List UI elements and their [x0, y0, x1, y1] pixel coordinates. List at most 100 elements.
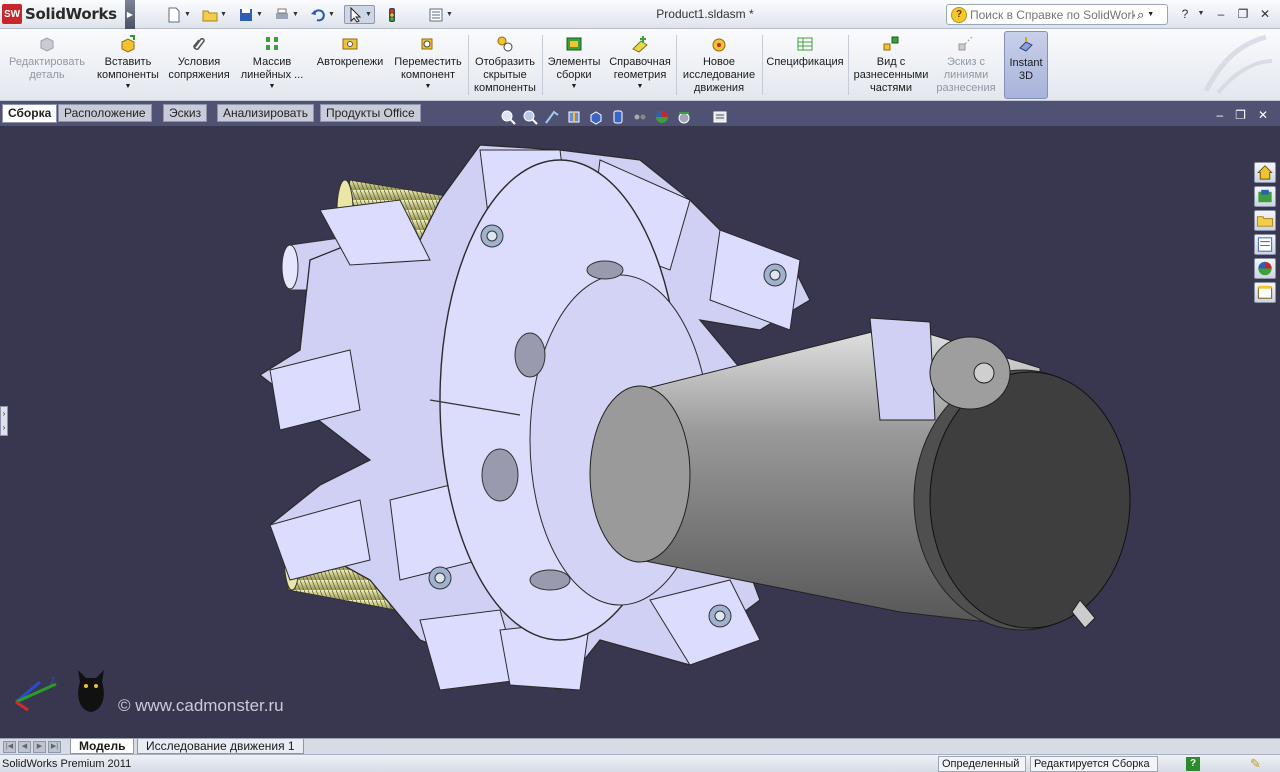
options-button[interactable]: ▼ — [428, 5, 453, 24]
reference-geometry-button[interactable]: Справочная геометрия ▼ — [606, 31, 674, 99]
section-view-icon[interactable] — [566, 109, 582, 125]
ribbon-label: исследование — [682, 69, 756, 81]
explode-line-sketch-button[interactable]: Эскиз с линиями разнесения — [934, 31, 998, 99]
zoom-to-fit-icon[interactable] — [500, 109, 516, 125]
ribbon-label: разнесенными — [853, 69, 929, 81]
new-document-button[interactable]: ▼ — [166, 5, 191, 24]
next-tab-icon[interactable]: ▶ — [33, 741, 46, 753]
help-search-box[interactable]: ? ⌕ ▼ — [946, 4, 1168, 25]
chevron-down-icon[interactable]: ▼ — [125, 82, 132, 91]
chevron-down-icon[interactable]: ▼ — [256, 11, 263, 18]
tab-motion-study-1[interactable]: Исследование движения 1 — [137, 739, 304, 754]
ds-logo — [1196, 31, 1276, 99]
view-settings-icon[interactable] — [712, 109, 728, 125]
rebuild-button[interactable] — [384, 5, 400, 24]
help-search-input[interactable] — [970, 7, 1135, 22]
design-library-icon[interactable] — [1254, 186, 1276, 207]
solidworks-logo[interactable]: SW SolidWorks — [2, 3, 126, 25]
title-bar: SW SolidWorks ▶ ▼ ▼ ▼ ▼ ▼ ▼ ▼ Product1.s… — [0, 0, 1280, 29]
instant-3d-button[interactable]: Instant 3D — [1004, 31, 1048, 99]
help-question-icon: ? — [951, 6, 967, 23]
viewport-restore-icon[interactable]: ❐ — [1235, 108, 1246, 122]
heads-up-toolbar — [500, 108, 728, 126]
view-orientation-icon[interactable] — [588, 109, 604, 125]
show-hidden-components-button[interactable]: Отобразить скрытые компоненты — [470, 31, 540, 99]
assembly-features-button[interactable]: Элементы сборки ▼ — [544, 31, 604, 99]
chevron-down-icon[interactable]: ▼ — [328, 11, 335, 18]
chevron-down-icon[interactable]: ▼ — [571, 82, 578, 91]
tab-model[interactable]: Модель — [70, 739, 135, 754]
chevron-down-icon[interactable]: ▼ — [425, 82, 432, 91]
ribbon-label: Instant — [1009, 57, 1043, 69]
move-component-button[interactable]: Переместить компонент ▼ — [390, 31, 466, 99]
edit-appearance-icon[interactable] — [654, 109, 670, 125]
app-logo-badge: SW — [2, 4, 22, 24]
display-style-icon[interactable] — [610, 109, 626, 125]
tab-sketch[interactable]: Эскиз — [163, 104, 208, 122]
ribbon-separator — [542, 35, 543, 95]
previous-view-icon[interactable] — [544, 109, 560, 125]
chevron-down-icon[interactable]: ▼ — [1147, 11, 1154, 18]
select-button[interactable]: ▼ — [344, 5, 375, 24]
ribbon-label: 3D — [1018, 70, 1034, 82]
file-explorer-icon[interactable] — [1254, 210, 1276, 231]
search-icon[interactable]: ⌕ — [1137, 7, 1144, 23]
undo-button[interactable]: ▼ — [310, 5, 335, 24]
insert-components-button[interactable]: Вставить компоненты ▼ — [94, 31, 162, 99]
ribbon-label: Переместить — [394, 56, 462, 68]
status-help-icon[interactable]: ? — [1186, 757, 1200, 771]
ribbon-label: Условия — [177, 56, 221, 68]
custom-properties-icon[interactable] — [1254, 282, 1276, 303]
reference-triad-icon: Z — [15, 676, 57, 712]
apply-scene-icon[interactable] — [676, 109, 692, 125]
chevron-down-icon[interactable]: ▼ — [446, 11, 453, 18]
ribbon-label: Спецификация — [766, 56, 844, 68]
save-button[interactable]: ▼ — [238, 5, 263, 24]
minimize-icon[interactable]: – — [1212, 6, 1230, 22]
home-icon[interactable] — [1254, 162, 1276, 183]
new-motion-study-button[interactable]: Новое исследование движения — [678, 31, 760, 99]
paperclip-icon — [193, 37, 205, 50]
pencil-icon[interactable]: ✎ — [1250, 756, 1261, 772]
edit-part-icon — [40, 37, 54, 52]
tab-evaluate[interactable]: Анализировать — [217, 104, 314, 122]
prev-tab-icon[interactable]: ◀ — [18, 741, 31, 753]
close-icon[interactable]: ✕ — [1256, 6, 1274, 22]
print-button[interactable]: ▼ — [274, 5, 299, 24]
linear-pattern-button[interactable]: Массив линейных ... ▼ — [236, 31, 308, 99]
bom-button[interactable]: Спецификация — [764, 31, 846, 99]
chevron-down-icon[interactable]: ▼ — [269, 82, 276, 91]
ribbon-label: Редактировать — [9, 56, 85, 68]
menu-expand-arrow[interactable]: ▶ — [125, 0, 135, 29]
feature-manager-expand-handle[interactable]: › › — [0, 406, 8, 436]
viewport-minimize-icon[interactable]: – — [1216, 108, 1223, 122]
open-button[interactable]: ▼ — [202, 5, 227, 24]
chevron-down-icon[interactable]: ▼ — [292, 11, 299, 18]
exploded-view-button[interactable]: Вид с разнесенными частями — [850, 31, 932, 99]
tab-office-products[interactable]: Продукты Office — [320, 104, 421, 122]
document-title: Product1.sldasm * — [656, 7, 754, 21]
chevron-down-icon[interactable]: ▼ — [220, 11, 227, 18]
ribbon-label: Новое — [702, 56, 736, 68]
chevron-down-icon[interactable]: ▼ — [184, 11, 191, 18]
zoom-area-icon[interactable] — [522, 109, 538, 125]
smart-fasteners-button[interactable]: Автокрепежи — [312, 31, 388, 99]
insert-component-icon — [121, 35, 135, 53]
assembly-model-render[interactable] — [0, 126, 1280, 738]
mate-button[interactable]: Условия сопряжения — [166, 31, 232, 99]
tab-assembly[interactable]: Сборка — [2, 104, 58, 123]
edit-part-button[interactable]: Редактировать деталь — [4, 31, 90, 99]
graphics-area[interactable]: › › Z © www.cadmonster.ru — [0, 126, 1280, 738]
last-tab-icon[interactable]: ▶| — [48, 741, 61, 753]
hide-show-items-icon[interactable] — [632, 109, 648, 125]
view-palette-icon[interactable] — [1254, 234, 1276, 255]
viewport-close-icon[interactable]: ✕ — [1258, 108, 1268, 122]
appearances-icon[interactable] — [1254, 258, 1276, 279]
restore-icon[interactable]: ❐ — [1234, 6, 1252, 22]
tab-layout[interactable]: Расположение — [58, 104, 152, 122]
first-tab-icon[interactable]: |◀ — [3, 741, 16, 753]
ribbon-label: Вставить — [104, 56, 152, 68]
chevron-down-icon[interactable]: ▼ — [637, 82, 644, 91]
chevron-down-icon[interactable]: ▼ — [365, 11, 372, 18]
chevron-down-icon[interactable]: ▼ — [1192, 6, 1210, 22]
